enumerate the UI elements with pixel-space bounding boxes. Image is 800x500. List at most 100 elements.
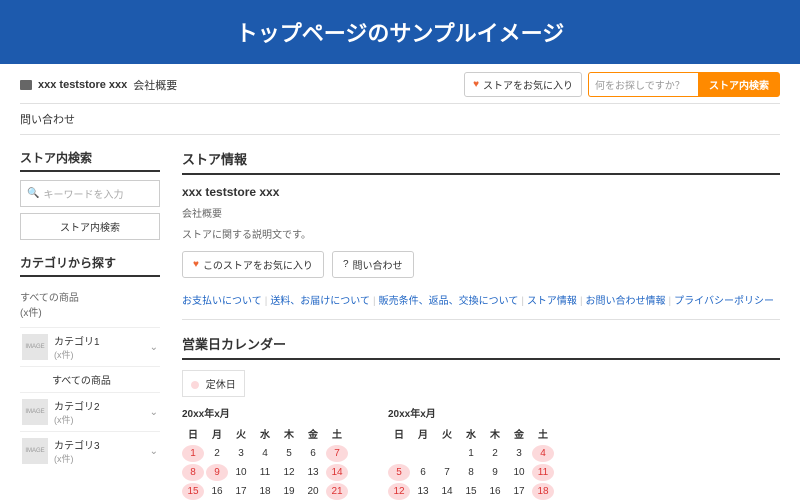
category-label: すべての商品 bbox=[22, 372, 158, 387]
calendar-day: 6 bbox=[302, 445, 324, 462]
calendar-day: 8 bbox=[460, 464, 482, 481]
calendar-day: 10 bbox=[508, 464, 530, 481]
add-favorite-button[interactable]: ♥ このストアをお気に入り bbox=[182, 251, 324, 278]
category-all[interactable]: すべての商品 (x件) bbox=[20, 285, 160, 327]
category-label: カテゴリ3 bbox=[54, 437, 144, 452]
favorite-label: ストアをお気に入り bbox=[483, 77, 573, 92]
info-link[interactable]: ストア情報 bbox=[527, 296, 577, 307]
info-link[interactable]: 販売条件、返品、交換について bbox=[379, 296, 519, 307]
calendar-day: 7 bbox=[326, 445, 348, 462]
calendar-day: 8 bbox=[182, 464, 204, 481]
category-label: カテゴリ1 bbox=[54, 333, 144, 348]
sidebar-category-item[interactable]: すべての商品 bbox=[20, 366, 160, 392]
category-thumb: IMAGE bbox=[22, 334, 48, 360]
add-favorite-label: このストアをお気に入り bbox=[203, 257, 313, 272]
calendar-day: 12 bbox=[388, 483, 410, 500]
calendar-day: 14 bbox=[436, 483, 458, 500]
main-store-name: xxx teststore xxx bbox=[182, 185, 780, 199]
calendar-day: 17 bbox=[230, 483, 252, 500]
sidebar-search-title: ストア内検索 bbox=[20, 149, 160, 172]
calendar-day: 18 bbox=[532, 483, 554, 500]
store-icon bbox=[20, 80, 32, 90]
calendar-day-header: 木 bbox=[484, 424, 506, 443]
info-link[interactable]: お問い合わせ情報 bbox=[586, 296, 666, 307]
calendar-legend: 定休日 bbox=[182, 370, 245, 397]
search-input[interactable]: 何をお探しですか？ bbox=[588, 72, 698, 97]
calendar-day: 11 bbox=[532, 464, 554, 481]
main-subtitle: 会社概要 bbox=[182, 205, 780, 220]
info-links: お支払いについて|送料、お届けについて|販売条件、返品、交換について|ストア情報… bbox=[182, 292, 780, 320]
calendar-day: 4 bbox=[254, 445, 276, 462]
calendar-day: 16 bbox=[484, 483, 506, 500]
sidebar-search-placeholder: キーワードを入力 bbox=[43, 186, 123, 201]
calendar-day: 9 bbox=[484, 464, 506, 481]
sidebar-category-item[interactable]: IMAGEカテゴリ2(x件)⌄ bbox=[20, 392, 160, 431]
calendar-day: 19 bbox=[278, 483, 300, 500]
heart-icon: ♥ bbox=[473, 79, 479, 90]
calendar-day: 5 bbox=[388, 464, 410, 481]
calendar-day-header: 月 bbox=[206, 424, 228, 443]
search-icon: 🔍 bbox=[27, 188, 39, 199]
store-info-title: ストア情報 bbox=[182, 149, 780, 175]
calendar-day: 1 bbox=[460, 445, 482, 462]
calendar-day-header: 土 bbox=[326, 424, 348, 443]
calendar-day: 11 bbox=[254, 464, 276, 481]
calendar-day: 1 bbox=[182, 445, 204, 462]
heart-icon: ♥ bbox=[193, 259, 199, 270]
calendar-day: 5 bbox=[278, 445, 300, 462]
calendar-day-header: 日 bbox=[182, 424, 204, 443]
search-button[interactable]: ストア内検索 bbox=[698, 72, 780, 97]
calendar-month: 20xx年x月日月火水木金土12345678910111213141516171… bbox=[182, 405, 348, 500]
calendar-day: 13 bbox=[302, 464, 324, 481]
calendar-day bbox=[412, 445, 434, 462]
calendar-day: 20 bbox=[302, 483, 324, 500]
calendar-day: 2 bbox=[206, 445, 228, 462]
page-banner: トップページのサンプルイメージ bbox=[0, 0, 800, 64]
calendar-month-title: 20xx年x月 bbox=[182, 405, 348, 420]
main-desc: ストアに関する説明文です。 bbox=[182, 226, 780, 241]
calendar-day: 14 bbox=[326, 464, 348, 481]
info-link[interactable]: プライバシーポリシー bbox=[674, 296, 774, 307]
sidebar-category-item[interactable]: IMAGEカテゴリ3(x件)⌄ bbox=[20, 431, 160, 470]
main-content: ストア情報 xxx teststore xxx 会社概要 ストアに関する説明文で… bbox=[182, 149, 780, 500]
sidebar-search-button[interactable]: ストア内検索 bbox=[20, 213, 160, 240]
info-link[interactable]: 送料、お届けについて bbox=[270, 296, 370, 307]
nav-contact[interactable]: 問い合わせ bbox=[20, 103, 780, 135]
contact-button[interactable]: ? 問い合わせ bbox=[332, 251, 414, 278]
calendar-day: 21 bbox=[326, 483, 348, 500]
calendar-day: 17 bbox=[508, 483, 530, 500]
store-name: xxx teststore xxx bbox=[38, 79, 127, 91]
calendar-day-header: 水 bbox=[460, 424, 482, 443]
calendar-day bbox=[388, 445, 410, 462]
calendar-day-header: 月 bbox=[412, 424, 434, 443]
question-icon: ? bbox=[343, 259, 349, 270]
calendar-day: 4 bbox=[532, 445, 554, 462]
calendar-day: 3 bbox=[230, 445, 252, 462]
calendar-day: 15 bbox=[460, 483, 482, 500]
calendar-day: 12 bbox=[278, 464, 300, 481]
calendar-day: 2 bbox=[484, 445, 506, 462]
breadcrumb: 会社概要 bbox=[133, 77, 177, 93]
calendar-day: 9 bbox=[206, 464, 228, 481]
legend-label: 定休日 bbox=[206, 380, 236, 391]
category-count: (x件) bbox=[54, 413, 144, 426]
calendar-month: 20xx年x月日月火水木金土12345678910111213141516171… bbox=[388, 405, 554, 500]
calendar-day: 10 bbox=[230, 464, 252, 481]
top-bar: xxx teststore xxx 会社概要 ♥ ストアをお気に入り 何をお探し… bbox=[20, 72, 780, 97]
contact-label: 問い合わせ bbox=[353, 257, 403, 272]
chevron-down-icon: ⌄ bbox=[150, 342, 158, 353]
calendar-day-header: 火 bbox=[436, 424, 458, 443]
calendar-day-header: 日 bbox=[388, 424, 410, 443]
category-count: (x件) bbox=[54, 348, 144, 361]
calendar-day-header: 水 bbox=[254, 424, 276, 443]
favorite-store-button[interactable]: ♥ ストアをお気に入り bbox=[464, 72, 582, 97]
category-count: (x件) bbox=[54, 452, 144, 465]
info-link[interactable]: お支払いについて bbox=[182, 296, 262, 307]
sidebar-category-item[interactable]: IMAGE カテゴリ1(x件) ⌄ bbox=[20, 327, 160, 366]
sidebar-search-input[interactable]: 🔍 キーワードを入力 bbox=[20, 180, 160, 207]
calendar-day-header: 土 bbox=[532, 424, 554, 443]
calendar-day: 3 bbox=[508, 445, 530, 462]
sidebar: ストア内検索 🔍 キーワードを入力 ストア内検索 カテゴリから探す すべての商品… bbox=[20, 149, 160, 500]
calendar-day: 13 bbox=[412, 483, 434, 500]
calendar-day-header: 金 bbox=[508, 424, 530, 443]
